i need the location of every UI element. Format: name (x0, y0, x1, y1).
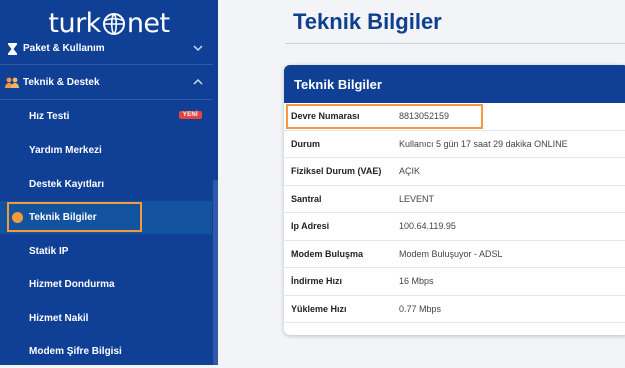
info-row-durum: Durum Kullanıcı 5 gün 17 saat 29 dakika O… (284, 131, 625, 158)
card-header: Teknik Bilgiler (284, 65, 625, 103)
chevron-down-icon (193, 45, 203, 52)
sidebar-item-label: Yardım Merkezi (29, 145, 102, 156)
sidebar-divider (0, 64, 218, 65)
row-value: 100.64.119.95 (399, 221, 456, 232)
sidebar-item-yardim-merkezi[interactable]: Yardım Merkezi (0, 134, 212, 167)
sidebar-section-label: Paket & Kullanım (23, 43, 105, 54)
row-value: Modem Buluşuyor - ADSL (399, 248, 503, 259)
sidebar-item-hizmet-dondurma[interactable]: Hizmet Dondurma (0, 268, 212, 301)
sidebar-item-label: Modem Şifre Bilgisi (29, 346, 122, 357)
sidebar-item-label: Hizmet Dondurma (29, 279, 115, 290)
sidebar-scrollbar-thumb[interactable] (213, 180, 218, 365)
sidebar-item-statik-ip[interactable]: Statik IP (0, 235, 212, 268)
info-row-modem: Modem Buluşma Modem Buluşuyor - ADSL (284, 241, 625, 268)
sidebar-item-destek-kayitlari[interactable]: Destek Kayıtları (0, 168, 212, 201)
hourglass-icon (5, 42, 19, 56)
sidebar-item-label: Statik IP (29, 246, 69, 257)
sidebar-item-hizmet-nakil[interactable]: Hizmet Nakil (0, 302, 212, 335)
row-key: İndirme Hızı (291, 276, 343, 287)
users-icon (5, 76, 19, 90)
row-key: Modem Buluşma (291, 248, 364, 259)
highlight-box-devre (286, 104, 483, 129)
row-value: Kullanıcı 5 gün 17 saat 29 dakika ONLINE (399, 138, 568, 149)
sidebar-item-modem-sifre[interactable]: Modem Şifre Bilgisi (0, 335, 212, 368)
title-divider (285, 43, 625, 44)
row-value: AÇIK (399, 166, 421, 177)
chevron-up-icon (193, 78, 203, 85)
row-key: Santral (291, 193, 322, 204)
new-badge: YENİ (178, 111, 202, 119)
row-key: Yükleme Hızı (291, 303, 347, 314)
row-value: 16 Mbps (399, 276, 434, 287)
info-row-indirme: İndirme Hızı 16 Mbps (284, 268, 625, 296)
sidebar-section-label: Teknik & Destek (23, 77, 100, 88)
info-row-yukleme: Yükleme Hızı 0.77 Mbps (284, 296, 625, 323)
info-row-ip: Ip Adresi 100.64.119.95 (284, 213, 625, 241)
row-value: 0.77 Mbps (399, 303, 442, 314)
info-row-santral: Santral LEVENT (284, 186, 625, 213)
sidebar-item-label: Hız Testi (29, 111, 70, 122)
sidebar: turk net Paket & Kullanım Teknik & Destek… (0, 0, 218, 365)
sidebar-item-label: Hizmet Nakil (29, 313, 89, 324)
row-key: Ip Adresi (291, 221, 330, 232)
sidebar-section-paket[interactable]: Paket & Kullanım (0, 32, 218, 65)
sidebar-section-teknik[interactable]: Teknik & Destek (0, 66, 218, 99)
card-title: Teknik Bilgiler (294, 76, 382, 92)
highlight-box-sidebar (7, 202, 142, 232)
row-key: Fiziksel Durum (VAE) (291, 166, 382, 177)
info-row-fiziksel: Fiziksel Durum (VAE) AÇIK (284, 158, 625, 186)
row-key: Durum (291, 138, 320, 149)
sidebar-item-label: Destek Kayıtları (29, 179, 105, 190)
row-value: LEVENT (399, 193, 435, 204)
sidebar-item-hiz-testi[interactable]: Hız Testi YENİ (0, 100, 212, 133)
page-title: Teknik Bilgiler (293, 9, 442, 34)
